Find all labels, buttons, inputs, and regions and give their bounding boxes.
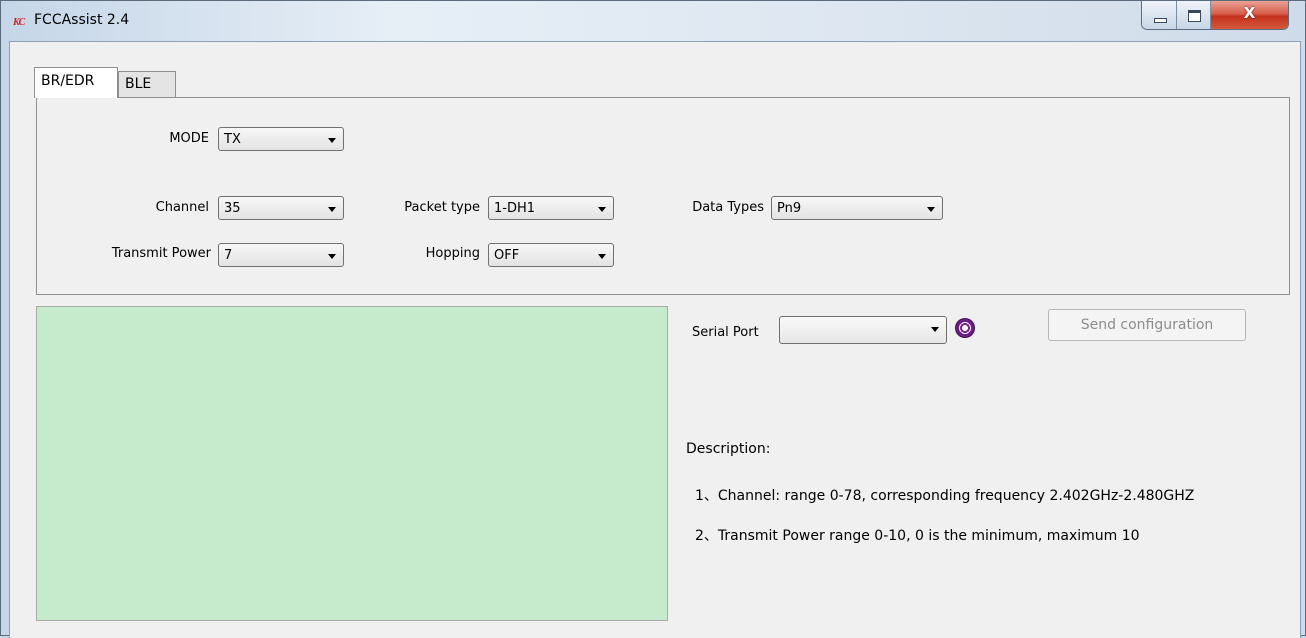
mode-label: MODE	[169, 131, 209, 146]
config-panel: MODE TX Channel 35 Transmit Power 7 Pack…	[36, 97, 1290, 295]
minimize-icon	[1154, 18, 1167, 23]
chevron-down-icon	[598, 254, 606, 259]
chevron-down-icon	[328, 138, 336, 143]
mode-select[interactable]: TX	[218, 127, 344, 151]
log-output-area[interactable]	[36, 306, 668, 621]
transmit-power-value: 7	[224, 248, 233, 263]
packet-type-label: Packet type	[404, 200, 480, 215]
close-button[interactable]: X	[1211, 1, 1288, 29]
client-area: BR/EDR BLE MODE TX Channel 35 Transmit P…	[9, 41, 1301, 638]
window-title: FCCAssist 2.4	[34, 12, 130, 28]
data-types-label: Data Types	[692, 200, 764, 215]
chevron-down-icon	[598, 207, 606, 212]
send-configuration-button[interactable]: Send configuration	[1048, 309, 1246, 341]
window-controls: X	[1141, 1, 1289, 30]
packet-type-select[interactable]: 1-DH1	[488, 196, 614, 220]
app-window: KC FCCAssist 2.4 X BR/EDR BLE MODE TX Ch…	[0, 0, 1306, 638]
chevron-down-icon	[927, 207, 935, 212]
transmit-power-select[interactable]: 7	[218, 243, 344, 267]
packet-type-value: 1-DH1	[494, 201, 536, 216]
chevron-down-icon	[328, 207, 336, 212]
hopping-label: Hopping	[425, 246, 480, 261]
chevron-down-icon	[931, 327, 939, 332]
serial-port-label: Serial Port	[692, 325, 759, 340]
mode-value: TX	[224, 132, 241, 147]
hopping-select[interactable]: OFF	[488, 243, 614, 267]
data-types-value: Pn9	[777, 201, 802, 216]
channel-value: 35	[224, 201, 241, 216]
channel-label: Channel	[155, 200, 209, 215]
chevron-down-icon	[328, 254, 336, 259]
data-types-select[interactable]: Pn9	[771, 196, 943, 220]
maximize-button[interactable]	[1176, 1, 1212, 29]
app-logo-icon: KC	[13, 17, 25, 28]
close-icon: X	[1243, 4, 1256, 22]
description-line-2: 2、Transmit Power range 0-10, 0 is the mi…	[695, 528, 1140, 544]
minimize-button[interactable]	[1142, 1, 1177, 29]
hopping-value: OFF	[494, 248, 520, 263]
channel-select[interactable]: 35	[218, 196, 344, 220]
tab-ble[interactable]: BLE	[118, 71, 176, 97]
tab-br-edr[interactable]: BR/EDR	[34, 67, 118, 98]
radio-signal-icon[interactable]	[955, 318, 975, 338]
transmit-power-label: Transmit Power	[111, 246, 211, 261]
description-title: Description:	[686, 441, 771, 457]
maximize-icon	[1187, 10, 1201, 22]
serial-port-select[interactable]	[779, 316, 947, 344]
title-bar[interactable]: KC FCCAssist 2.4 X	[1, 1, 1305, 41]
description-line-1: 1、Channel: range 0-78, corresponding fre…	[695, 488, 1195, 504]
